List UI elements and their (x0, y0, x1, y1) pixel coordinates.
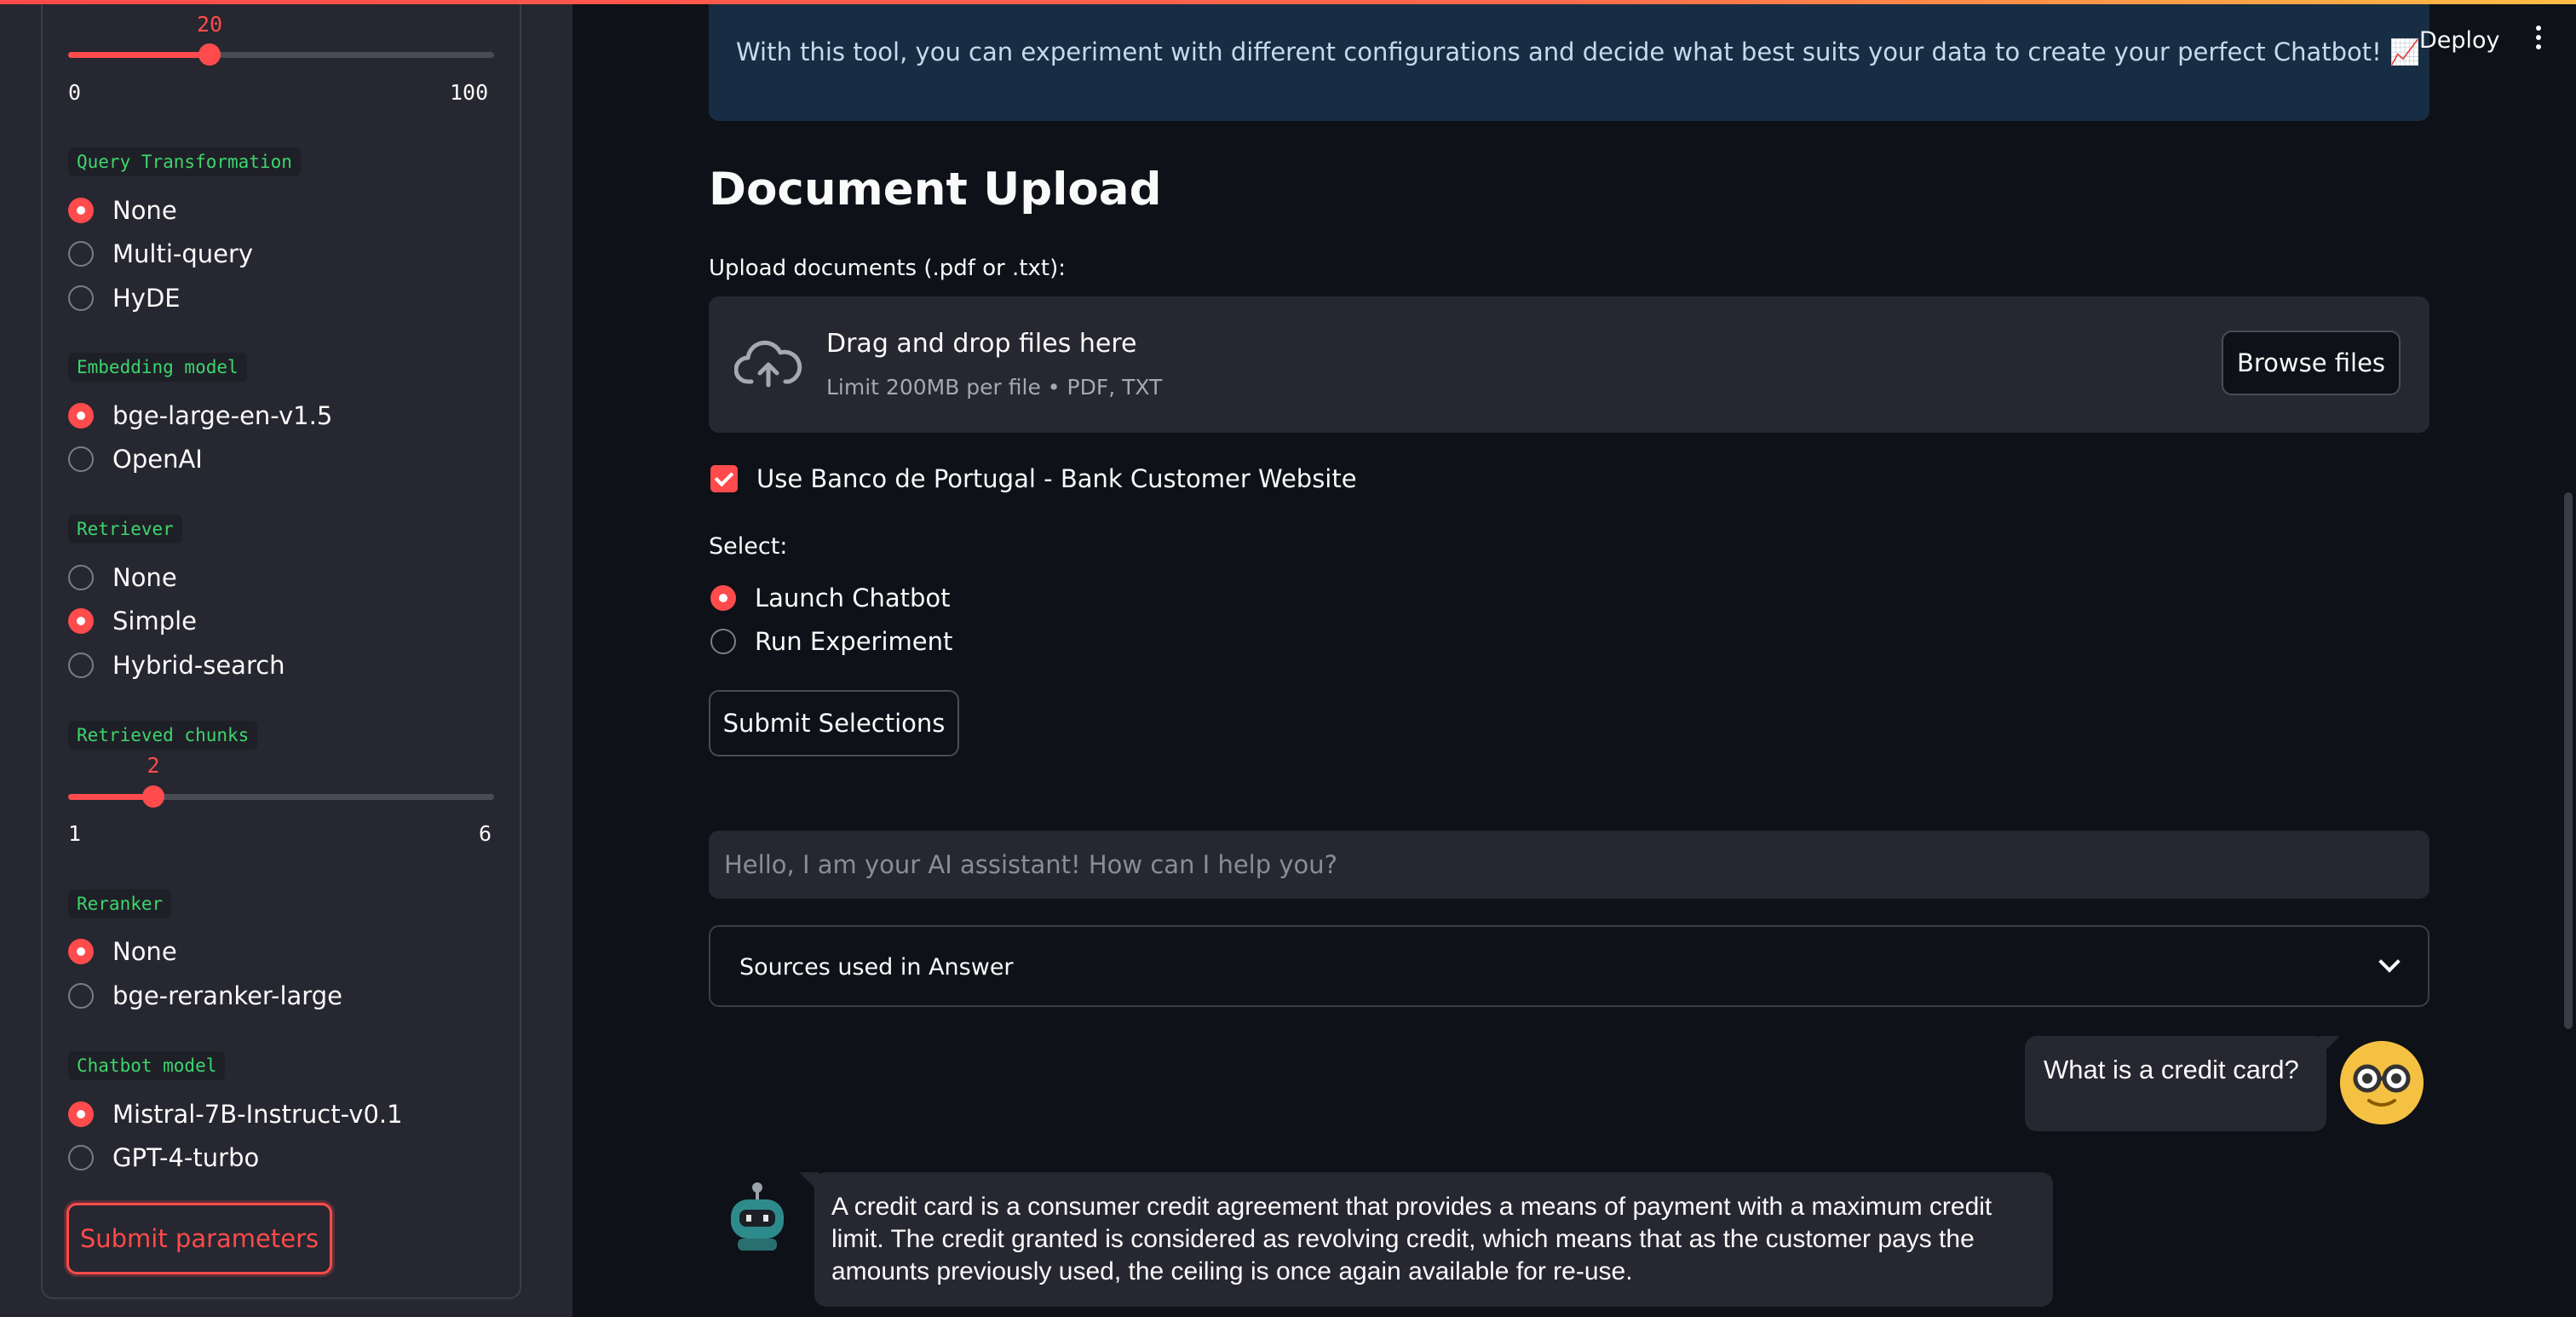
nerd-face-icon (2340, 1041, 2424, 1124)
query-transformation-option-none[interactable]: None (68, 193, 177, 227)
reranker-option-none[interactable]: None (68, 935, 177, 969)
checkbox-checked[interactable] (710, 465, 738, 492)
robot-icon (731, 1182, 784, 1251)
embedding-model-label: Embedding model (68, 353, 247, 382)
radio-selected[interactable] (68, 939, 94, 964)
retriever-option-none[interactable]: None (68, 561, 177, 595)
radio-label: None (112, 937, 177, 966)
info-banner: With this tool, you can experiment with … (709, 0, 2429, 121)
user-message-bubble: What is a credit card? (2025, 1036, 2340, 1131)
file-dropzone[interactable]: Drag and drop files here Limit 200MB per… (709, 296, 2429, 433)
deploy-button[interactable]: Deploy (2419, 27, 2500, 54)
page-heading: Document Upload (709, 164, 1162, 216)
radio-label: bge-large-en-v1.5 (112, 401, 333, 430)
chatbot-model-option-gpt4-turbo[interactable]: GPT-4-turbo (68, 1141, 259, 1175)
use-banco-de-portugal-checkbox[interactable]: Use Banco de Portugal - Bank Customer We… (710, 464, 1357, 493)
reranker-option-bge-reranker-large[interactable]: bge-reranker-large (68, 979, 342, 1013)
radio-selected[interactable] (68, 608, 94, 634)
sources-expander-label: Sources used in Answer (739, 954, 1014, 981)
radio-label: bge-reranker-large (112, 981, 342, 1010)
radio-label: Launch Chatbot (755, 584, 951, 612)
embedding-model-option-bge[interactable]: bge-large-en-v1.5 (68, 399, 332, 433)
retrieved-chunks-value: 2 (147, 753, 160, 778)
top-slider-min: 0 (68, 80, 82, 105)
radio-label: GPT-4-turbo (112, 1143, 260, 1172)
radio-unselected[interactable] (68, 1145, 94, 1170)
assistant-message-text: A credit card is a consumer credit agree… (831, 1193, 1992, 1285)
radio-label: Multi-query (112, 239, 254, 268)
checkbox-label: Use Banco de Portugal - Bank Customer We… (756, 464, 1357, 493)
radio-unselected[interactable] (68, 653, 94, 678)
select-option-run-experiment[interactable]: Run Experiment (710, 624, 952, 658)
radio-unselected[interactable] (710, 629, 736, 654)
cloud-upload-icon (734, 340, 802, 388)
browse-files-button[interactable]: Browse files (2222, 331, 2401, 395)
radio-selected[interactable] (710, 585, 736, 611)
reranker-label: Reranker (68, 889, 172, 918)
radio-unselected[interactable] (68, 285, 94, 311)
radio-label: OpenAI (112, 445, 203, 474)
retrieved-chunks-label: Retrieved chunks (68, 721, 258, 750)
radio-label: None (112, 563, 177, 592)
radio-selected[interactable] (68, 198, 94, 223)
radio-label: Mistral-7B-Instruct-v0.1 (112, 1100, 403, 1129)
radio-selected[interactable] (68, 1101, 94, 1127)
dropzone-title: Drag and drop files here (826, 329, 1137, 359)
chatbot-model-label: Chatbot model (68, 1051, 226, 1080)
dropzone-subtitle: Limit 200MB per file • PDF, TXT (826, 375, 1163, 400)
retriever-label: Retriever (68, 515, 182, 543)
retrieved-chunks-slider-thumb[interactable] (142, 785, 164, 808)
radio-unselected[interactable] (68, 446, 94, 472)
retriever-option-hybrid-search[interactable]: Hybrid-search (68, 648, 285, 682)
embedding-model-option-openai[interactable]: OpenAI (68, 442, 203, 476)
top-decoration-bar (0, 0, 2576, 4)
query-transformation-option-hyde[interactable]: HyDE (68, 281, 181, 315)
retrieved-chunks-min: 1 (68, 821, 82, 846)
retriever-option-simple[interactable]: Simple (68, 604, 197, 638)
top-slider-value: 20 (196, 12, 223, 37)
user-message-text: What is a credit card? (2044, 1055, 2299, 1084)
top-slider-max: 100 (450, 80, 489, 105)
submit-parameters-button[interactable]: Submit parameters (66, 1203, 332, 1274)
sources-expander[interactable]: Sources used in Answer (709, 925, 2429, 1007)
radio-label: HyDE (112, 284, 181, 313)
info-banner-text: With this tool, you can experiment with … (736, 37, 2421, 66)
radio-unselected[interactable] (68, 241, 94, 267)
retrieved-chunks-max: 6 (479, 821, 492, 846)
kebab-menu-icon[interactable] (2530, 26, 2547, 56)
retrieved-chunks-slider-fill (68, 794, 153, 800)
submit-selections-button[interactable]: Submit Selections (709, 690, 959, 756)
radio-label: Simple (112, 607, 198, 635)
chevron-down-icon (2378, 951, 2401, 973)
assistant-message-bubble: A credit card is a consumer credit agree… (799, 1172, 2053, 1307)
top-slider-thumb[interactable] (198, 43, 221, 66)
query-transformation-label: Query Transformation (68, 147, 301, 176)
select-option-launch-chatbot[interactable]: Launch Chatbot (710, 581, 951, 615)
radio-unselected[interactable] (68, 983, 94, 1009)
sidebar: 20 0 100 Query Transformation None Multi… (0, 0, 572, 1317)
upload-label: Upload documents (.pdf or .txt): (709, 256, 1066, 281)
top-slider-fill (68, 52, 210, 58)
chatbot-model-option-mistral[interactable]: Mistral-7B-Instruct-v0.1 (68, 1097, 403, 1131)
main-scrollbar[interactable] (2564, 492, 2573, 1029)
radio-label: None (112, 196, 177, 225)
select-label: Select: (709, 533, 788, 560)
query-transformation-option-multi-query[interactable]: Multi-query (68, 237, 253, 271)
radio-label: Run Experiment (755, 627, 953, 656)
radio-selected[interactable] (68, 403, 94, 428)
radio-unselected[interactable] (68, 565, 94, 590)
chat-input[interactable] (709, 831, 2429, 899)
radio-label: Hybrid-search (112, 651, 285, 680)
retrieved-chunks-slider[interactable] (68, 785, 494, 808)
top-slider[interactable] (68, 43, 494, 66)
